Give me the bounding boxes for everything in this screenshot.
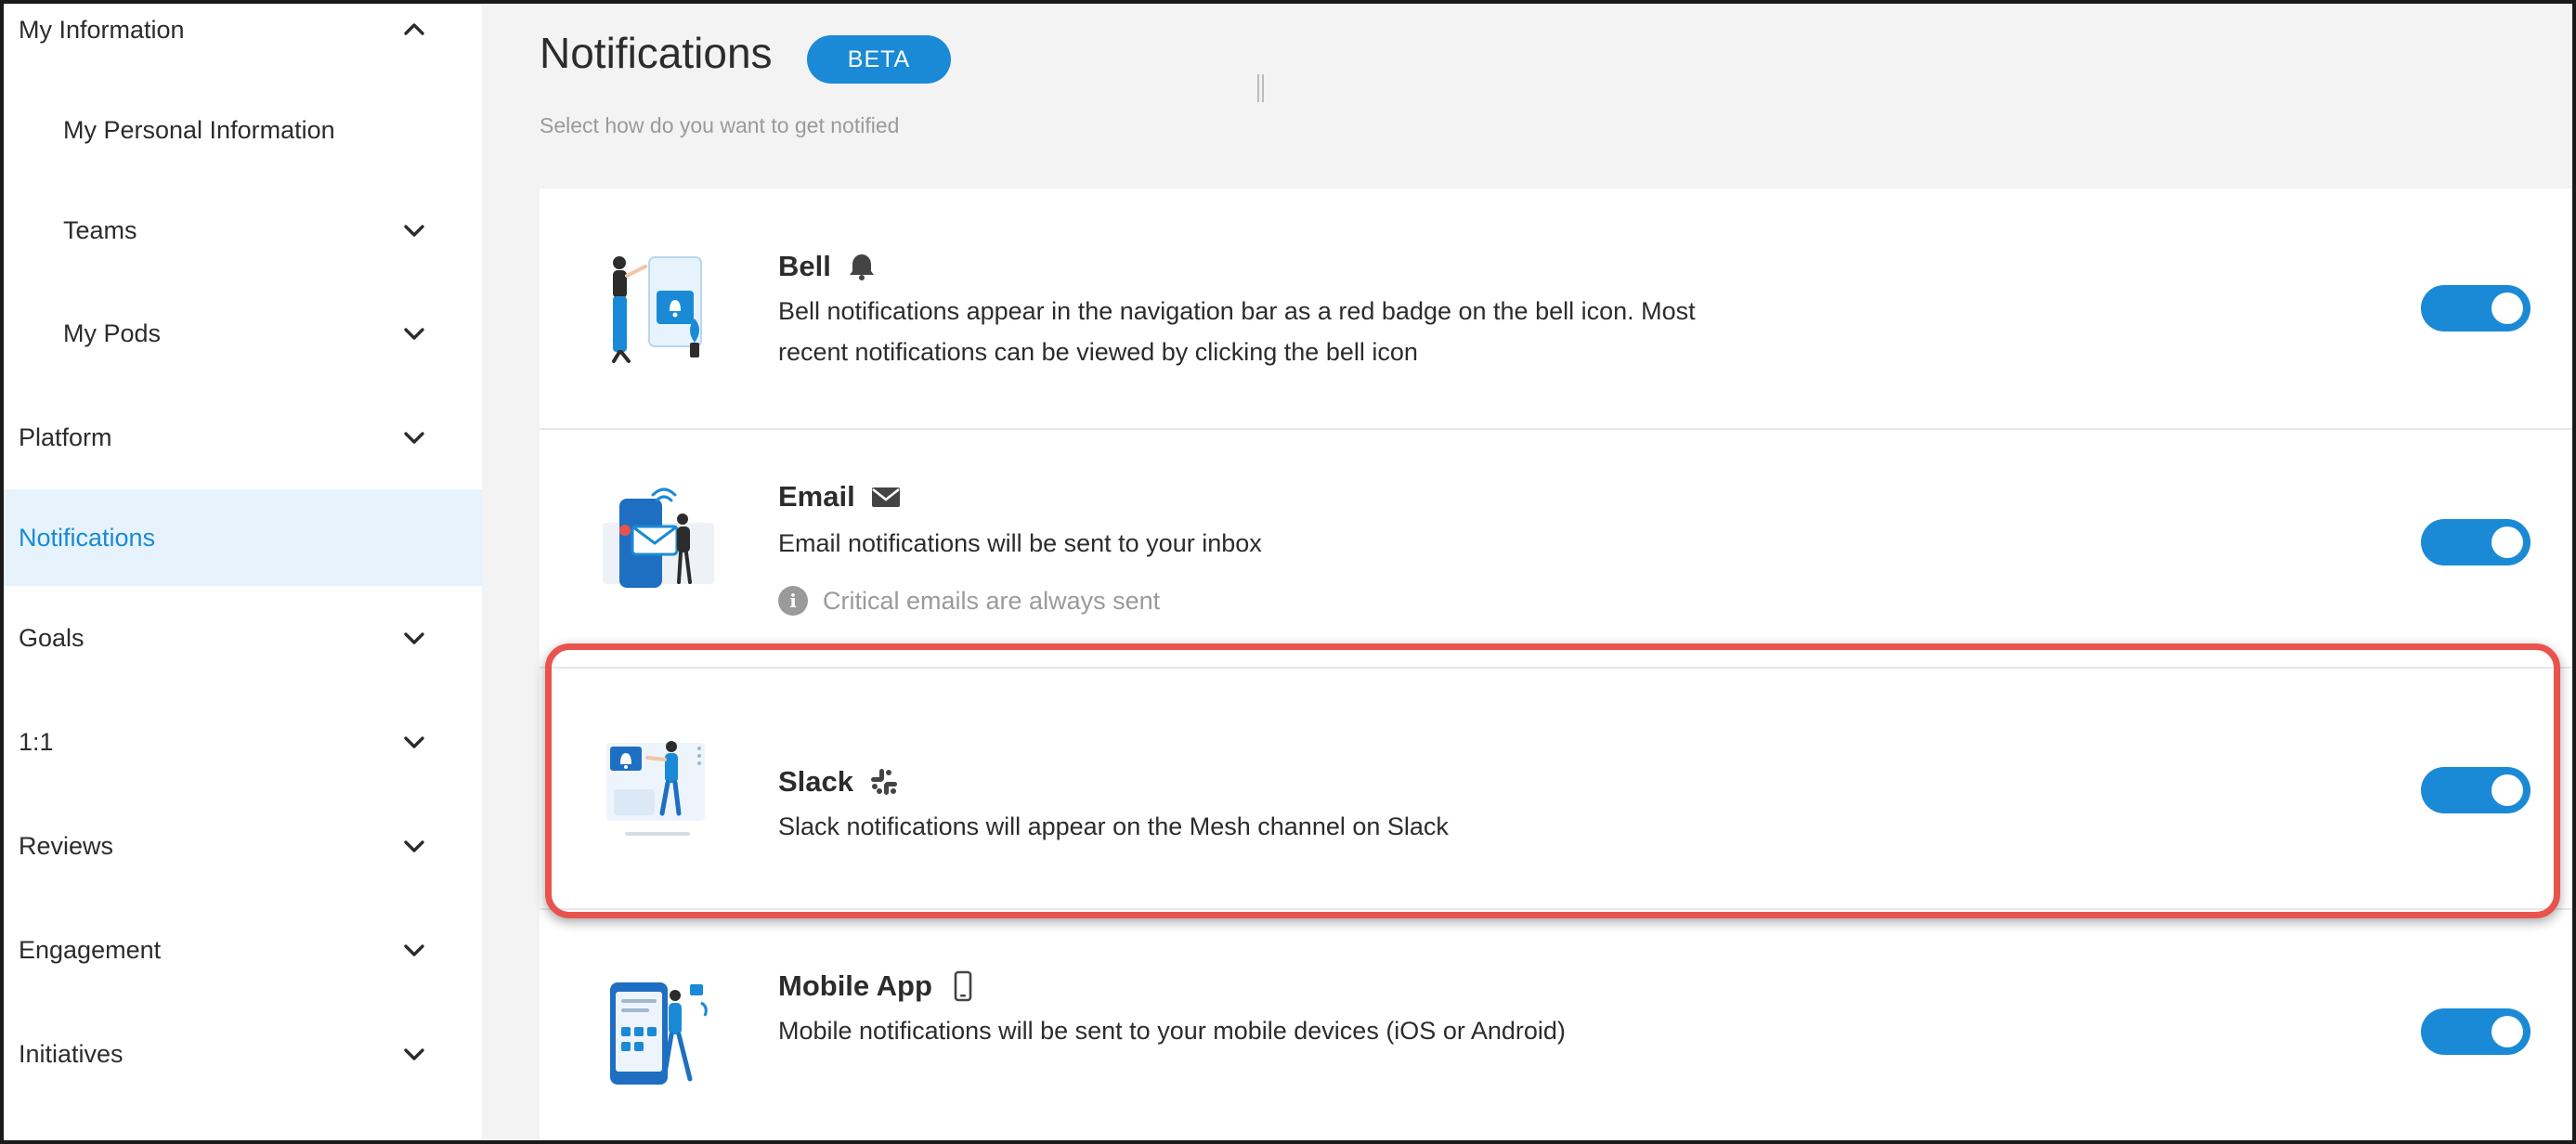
email-notifications-toggle[interactable] <box>2421 519 2530 566</box>
main-content: Notifications BETA Select how do you wan… <box>482 0 2576 1144</box>
note-text: Critical emails are always sent <box>823 586 1161 615</box>
chevron-down-icon <box>401 320 427 346</box>
channel-row-mobile-app: Mobile App Mobile notifications will be … <box>540 910 2576 1144</box>
channel-title: Bell <box>778 250 831 282</box>
channel-title-mobile-app: Mobile App <box>778 969 979 1003</box>
sidebar-item-notifications[interactable]: Notifications <box>0 489 482 586</box>
envelope-icon <box>870 481 902 513</box>
critical-emails-note: i Critical emails are always sent <box>778 586 1160 616</box>
sidebar-item-my-pods[interactable]: My Pods <box>0 285 482 382</box>
sidebar-item-label: Reviews <box>19 831 114 860</box>
sidebar-item-label: 1:1 <box>19 727 54 756</box>
beta-badge: BETA <box>807 35 951 84</box>
resize-handle-icon <box>1253 74 1268 104</box>
channel-title-bell: Bell <box>778 250 878 283</box>
channel-description: Mobile notifications will be sent to you… <box>778 1017 1566 1045</box>
channel-title-email: Email <box>778 480 902 514</box>
toggle-knob <box>2491 292 2523 324</box>
chevron-down-icon <box>401 833 427 859</box>
sidebar-item-label: Goals <box>19 623 85 652</box>
sidebar-item-one-on-one[interactable]: 1:1 <box>0 694 482 790</box>
bell-illustration <box>597 250 720 372</box>
sidebar-item-label: My Pods <box>63 318 162 347</box>
sidebar: My Information My Personal Information T… <box>0 0 482 1144</box>
bell-notifications-toggle[interactable] <box>2421 285 2530 332</box>
channel-description: Bell notifications appear in the navigat… <box>778 297 1696 366</box>
info-icon: i <box>778 586 808 616</box>
sidebar-item-my-information[interactable]: My Information <box>0 0 482 78</box>
chevron-down-icon <box>401 625 427 651</box>
email-illustration <box>597 486 720 608</box>
sidebar-item-my-personal-information[interactable]: My Personal Information <box>0 82 482 178</box>
chevron-down-icon <box>401 424 427 450</box>
chevron-down-icon <box>401 937 427 963</box>
slack-row-highlight <box>545 644 2560 918</box>
mobile-app-illustration <box>597 975 720 1098</box>
channel-row-bell: Bell Bell notifications appear in the na… <box>540 188 2576 428</box>
chevron-down-icon <box>401 729 427 755</box>
sidebar-item-label: Engagement <box>19 935 162 964</box>
channel-description: Email notifications will be sent to your… <box>778 529 1262 557</box>
sidebar-item-platform[interactable]: Platform <box>0 389 482 486</box>
channel-title: Email <box>778 480 855 513</box>
sidebar-item-engagement[interactable]: Engagement <box>0 902 482 998</box>
page-title: Notifications <box>540 29 773 77</box>
channel-row-email: Email Email notifications will be sent t… <box>540 430 2576 667</box>
channel-title: Mobile App <box>778 969 932 1002</box>
sidebar-item-label: Notifications <box>19 523 156 552</box>
sidebar-item-label: Initiatives <box>19 1039 124 1068</box>
chevron-down-icon <box>401 217 427 243</box>
toggle-knob <box>2491 526 2523 558</box>
sidebar-item-reviews[interactable]: Reviews <box>0 798 482 894</box>
sidebar-item-label: Platform <box>19 422 112 451</box>
mobile-app-notifications-toggle[interactable] <box>2421 1008 2530 1055</box>
sidebar-item-goals[interactable]: Goals <box>0 590 482 686</box>
sidebar-item-label: My Personal Information <box>63 115 335 144</box>
page-subtitle: Select how do you want to get notified <box>540 113 900 137</box>
sidebar-item-teams[interactable]: Teams <box>0 182 482 279</box>
sidebar-item-initiatives[interactable]: Initiatives <box>0 1006 482 1102</box>
chevron-up-icon <box>401 17 427 43</box>
sidebar-item-label: My Information <box>19 15 185 44</box>
sidebar-item-label: Teams <box>63 215 137 244</box>
mobile-phone-icon <box>947 970 979 1002</box>
bell-icon <box>846 251 878 282</box>
toggle-knob <box>2491 1016 2523 1047</box>
chevron-down-icon <box>401 1041 427 1067</box>
